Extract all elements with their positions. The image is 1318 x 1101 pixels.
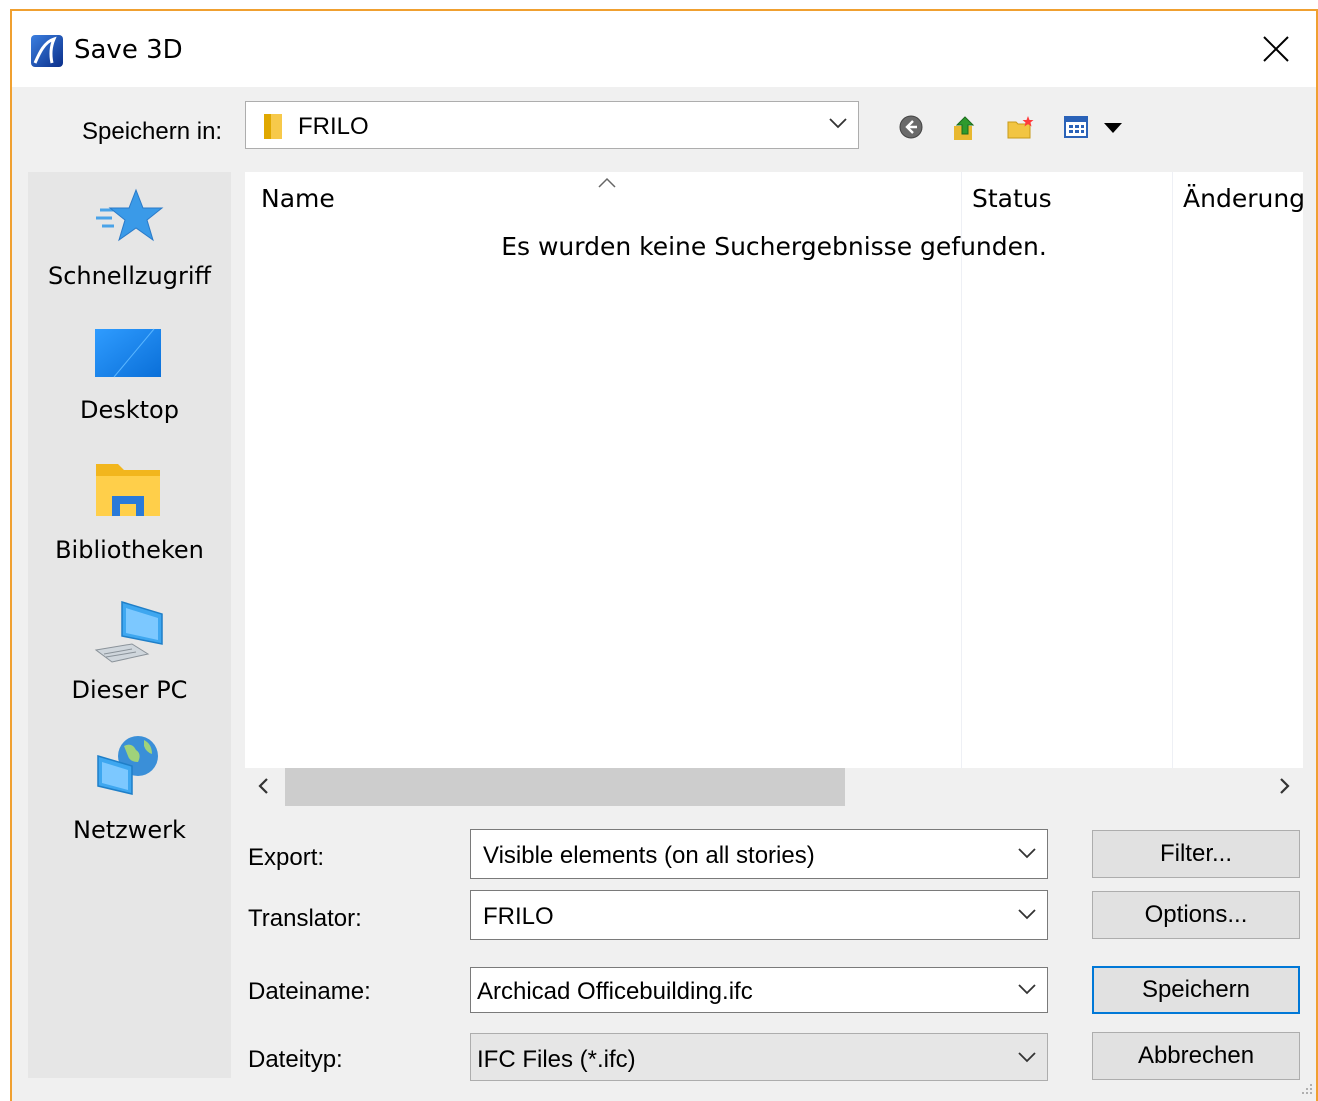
lookin-label: Speichern in: — [82, 118, 223, 145]
scroll-left-icon[interactable] — [255, 776, 271, 801]
scroll-right-icon[interactable] — [1277, 776, 1293, 801]
new-folder-icon[interactable] — [1006, 114, 1036, 147]
export-select[interactable]: Visible elements (on all stories) — [470, 829, 1048, 879]
filter-button[interactable]: Filter... — [1092, 830, 1300, 878]
column-separator — [1172, 172, 1173, 768]
place-label: Schnellzugriff — [47, 262, 212, 290]
save-button[interactable]: Speichern — [1092, 966, 1300, 1014]
sort-ascending-icon — [597, 176, 617, 194]
up-folder-icon[interactable] — [952, 114, 978, 147]
chevron-down-icon — [828, 116, 848, 135]
chevron-down-icon — [1017, 907, 1037, 926]
folder-icon — [261, 112, 285, 145]
computer-icon — [92, 600, 164, 673]
file-list[interactable]: Name Status Änderung Es wurden keine Suc… — [245, 172, 1303, 806]
place-label: Bibliotheken — [55, 536, 204, 564]
column-header-status[interactable]: Status — [972, 184, 1052, 213]
places-bar: Schnellzugriff Desktop Bibliotheken Dies… — [28, 172, 231, 1078]
lookin-combo[interactable]: FRILO — [245, 101, 859, 149]
filename-label: Dateiname: — [248, 978, 371, 1005]
filetype-select[interactable]: IFC Files (*.ifc) — [470, 1033, 1048, 1081]
chevron-down-icon[interactable] — [1017, 982, 1037, 1001]
title-bar: Save 3D — [12, 11, 1316, 87]
column-separator — [961, 172, 962, 768]
back-arrow-icon[interactable] — [898, 114, 924, 145]
column-header-modified[interactable]: Änderung — [1183, 184, 1303, 213]
filetype-label: Dateityp: — [248, 1046, 343, 1073]
libraries-icon — [94, 460, 164, 525]
empty-message: Es wurden keine Suchergebnisse gefunden. — [501, 232, 1047, 261]
resize-grip-icon[interactable] — [1298, 1080, 1314, 1101]
place-desktop[interactable]: Desktop — [28, 312, 231, 442]
filename-value[interactable]: Archicad Officebuilding.ifc — [477, 978, 753, 1006]
view-menu-icon[interactable] — [1064, 114, 1126, 145]
options-button[interactable]: Options... — [1092, 891, 1300, 939]
translator-select[interactable]: FRILO — [470, 890, 1048, 940]
network-icon — [92, 732, 164, 807]
export-value: Visible elements (on all stories) — [483, 842, 815, 869]
save-dialog: Save 3D Speichern in: FRILO Schnellzugri… — [10, 9, 1318, 1101]
scrollbar-thumb[interactable] — [285, 768, 845, 806]
place-label: Dieser PC — [71, 676, 188, 704]
star-icon — [92, 186, 168, 255]
place-label: Netzwerk — [73, 816, 186, 844]
translator-value: FRILO — [483, 903, 554, 930]
chevron-down-icon — [1017, 1050, 1037, 1069]
place-this-pc[interactable]: Dieser PC — [28, 592, 231, 722]
place-label: Desktop — [80, 396, 179, 424]
desktop-icon — [94, 328, 164, 385]
cancel-button[interactable]: Abbrechen — [1092, 1032, 1300, 1080]
place-libraries[interactable]: Bibliotheken — [28, 452, 231, 582]
translator-label: Translator: — [248, 905, 362, 932]
place-network[interactable]: Netzwerk — [28, 732, 231, 862]
filetype-value: IFC Files (*.ifc) — [477, 1046, 636, 1073]
filename-input[interactable]: Archicad Officebuilding.ifc — [470, 967, 1048, 1013]
column-header-name[interactable]: Name — [261, 184, 335, 213]
close-button[interactable] — [1236, 11, 1316, 87]
horizontal-scrollbar[interactable] — [245, 768, 1303, 806]
window-title: Save 3D — [74, 35, 183, 65]
column-header-modified-clip: Änderung — [1183, 172, 1303, 232]
export-label: Export: — [248, 844, 325, 871]
chevron-down-icon — [1017, 846, 1037, 865]
lookin-value: FRILO — [298, 113, 369, 140]
place-quick-access[interactable]: Schnellzugriff — [28, 172, 231, 302]
archicad-app-icon — [30, 34, 64, 68]
close-icon — [1263, 36, 1289, 62]
